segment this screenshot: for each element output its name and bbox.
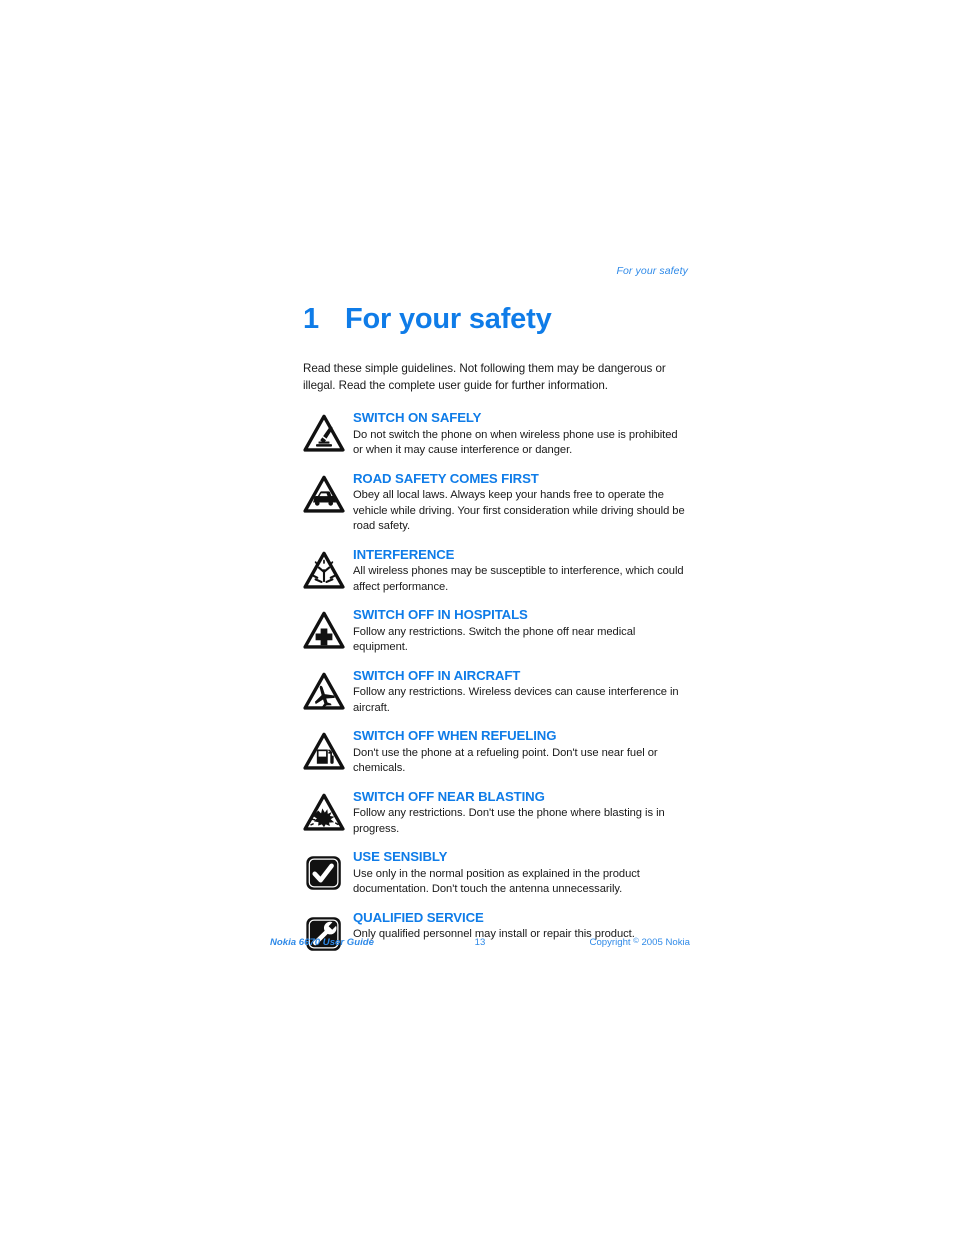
list-item-body: Don't use the phone at a refueling point… [353, 746, 658, 775]
footer-copyright: Copyright © 2005 Nokia [510, 936, 690, 948]
list-item: SWITCH ON SAFELY Do not switch the phone… [303, 410, 688, 458]
list-item-text: SWITCH OFF IN HOSPITALS Follow any restr… [353, 607, 688, 655]
list-item: INTERFERENCE All wireless phones may be … [303, 547, 688, 595]
list-item-title: SWITCH OFF IN HOSPITALS [353, 607, 528, 623]
rounded-square-checkmark-icon [303, 849, 353, 894]
list-item-text: USE SENSIBLY Use only in the normal posi… [353, 849, 688, 897]
list-item-body: Follow any restrictions. Wireless device… [353, 686, 679, 714]
list-item-title: ROAD SAFETY COMES FIRST [353, 470, 539, 486]
list-item: SWITCH OFF IN AIRCRAFT Follow any restri… [303, 668, 688, 716]
list-item-title: SWITCH OFF WHEN REFUELING [353, 728, 557, 744]
list-item-text: ROAD SAFETY COMES FIRST Obey all local l… [353, 471, 688, 535]
list-item: ROAD SAFETY COMES FIRST Obey all local l… [303, 471, 688, 535]
triangle-antenna-waves-icon [303, 547, 353, 592]
list-item-text: SWITCH ON SAFELY Do not switch the phone… [353, 410, 688, 458]
triangle-medical-cross-icon [303, 607, 353, 652]
list-item: SWITCH OFF WHEN REFUELING Don't use the … [303, 728, 688, 776]
triangle-airplane-icon [303, 668, 353, 713]
list-item-title: SWITCH OFF IN AIRCRAFT [353, 667, 521, 683]
list-item-body: Follow any restrictions. Switch the phon… [353, 625, 636, 654]
copyright-symbol: © [633, 936, 639, 945]
list-item-title: INTERFERENCE [353, 546, 455, 562]
running-header: For your safety [616, 265, 688, 277]
list-item-title: SWITCH OFF NEAR BLASTING [353, 788, 545, 804]
chapter-number: 1 [303, 302, 319, 335]
list-item-text: SWITCH OFF WHEN REFUELING Don't use the … [353, 728, 688, 776]
intro-paragraph: Read these simple guidelines. Not follow… [303, 362, 666, 392]
triangle-explosion-icon [303, 789, 353, 834]
list-item-title: USE SENSIBLY [353, 849, 448, 865]
triangle-car-icon [303, 471, 353, 516]
list-item-text: SWITCH OFF IN AIRCRAFT Follow any restri… [353, 668, 688, 716]
page-footer: Nokia 6670 User Guide 13 Copyright © 200… [270, 936, 690, 948]
list-item-body: Follow any restrictions. Don't use the p… [353, 807, 665, 835]
chapter-title-text: For your safety [345, 302, 552, 335]
page-content: For your safety 1 For your safety Read t… [303, 265, 688, 955]
page-title: 1 For your safety [303, 302, 688, 336]
triangle-hand-press-button-icon [303, 410, 353, 455]
list-item-title: QUALIFIED SERVICE [353, 909, 484, 925]
document-page: For your safety 1 For your safety Read t… [0, 0, 954, 1235]
list-item-text: INTERFERENCE All wireless phones may be … [353, 547, 688, 595]
safety-guidelines-list: SWITCH ON SAFELY Do not switch the phone… [303, 410, 688, 954]
list-item-body: Use only in the normal position as expla… [353, 867, 640, 896]
list-item-text: SWITCH OFF NEAR BLASTING Follow any rest… [353, 789, 688, 837]
copyright-prefix: Copyright [589, 937, 631, 948]
copyright-suffix: 2005 Nokia [641, 937, 690, 948]
list-item-body: Obey all local laws. Always keep your ha… [353, 489, 685, 533]
list-item: SWITCH OFF IN HOSPITALS Follow any restr… [303, 607, 688, 655]
triangle-fuel-pump-icon [303, 728, 353, 773]
list-item-title: SWITCH ON SAFELY [353, 410, 482, 426]
list-item: USE SENSIBLY Use only in the normal posi… [303, 849, 688, 897]
list-item-body: Do not switch the phone on when wireless… [353, 428, 678, 457]
list-item: SWITCH OFF NEAR BLASTING Follow any rest… [303, 789, 688, 837]
list-item-body: All wireless phones may be susceptible t… [353, 565, 684, 593]
footer-document-title: Nokia 6670 User Guide [270, 937, 374, 948]
footer-page-number: 13 [474, 937, 486, 948]
